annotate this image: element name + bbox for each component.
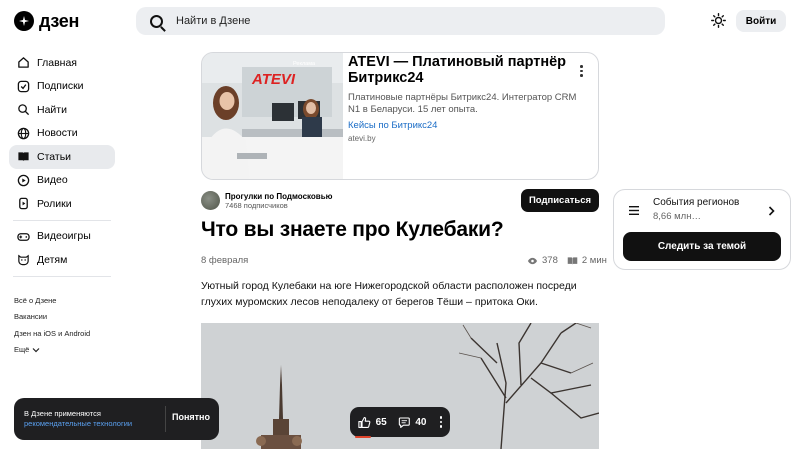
sidebar-item-games[interactable]: Видеоигры: [9, 225, 115, 249]
channel-avatar[interactable]: [201, 191, 220, 210]
ad-more-icon[interactable]: [580, 65, 583, 77]
menu-icon: [629, 206, 639, 215]
ad-link[interactable]: Кейсы по Битрикс24: [348, 120, 437, 131]
sidebar-item-label: Новости: [37, 127, 78, 140]
footer-more-label: Ещё: [14, 345, 30, 355]
book-icon: [567, 256, 578, 265]
footer-link-jobs[interactable]: Вакансии: [14, 309, 90, 326]
shorts-icon: [17, 197, 30, 210]
cookie-toast-message: В Дзене применяются: [24, 409, 101, 418]
channel-name[interactable]: Прогулки по Подмосковью: [225, 192, 332, 201]
search-icon: [150, 14, 163, 28]
sidebar-item-label: Ролики: [37, 197, 72, 210]
cookie-accept-button[interactable]: Понятно: [170, 412, 212, 422]
more-actions-icon[interactable]: [439, 416, 442, 428]
ad-domain: atevi.by: [348, 134, 376, 143]
likes-count: 65: [375, 416, 387, 428]
footer-link-more[interactable]: Ещё: [14, 342, 90, 359]
topic-title[interactable]: События регионов: [653, 197, 739, 208]
sidebar-item-articles[interactable]: Статьи: [9, 145, 115, 169]
sidebar-item-shorts[interactable]: Ролики: [9, 192, 115, 216]
sidebar-item-home[interactable]: Главная: [9, 51, 115, 75]
search-icon: [17, 103, 30, 116]
ad-image[interactable]: ATEVI Реклама: [202, 53, 343, 179]
article-date: 8 февраля: [201, 255, 249, 266]
articles-icon: [17, 150, 30, 163]
sidebar-item-label: Подписки: [37, 80, 84, 93]
follow-topic-button[interactable]: Следить за темой: [623, 232, 781, 261]
article-lead: Уютный город Кулебаки на юге Нижегородск…: [201, 280, 577, 308]
like-icon[interactable]: [358, 416, 371, 429]
article-stats: 378 2 мин: [527, 255, 607, 266]
footer-link-about[interactable]: Всё о Дзене: [14, 292, 90, 309]
chevron-down-icon: [32, 347, 40, 353]
eye-icon: [527, 257, 538, 264]
read-time: 2 мин: [581, 255, 607, 266]
sidebar-item-label: Видео: [37, 174, 68, 187]
cookie-toast-divider: [165, 406, 166, 432]
search-input[interactable]: [176, 15, 576, 27]
footer-link-apps[interactable]: Дзен на iOS и Android: [14, 325, 90, 342]
sidebar-item-label: Детям: [37, 253, 68, 266]
cookie-toast-link[interactable]: рекомендательные технологии: [24, 419, 132, 428]
logo[interactable]: дзен: [14, 10, 79, 32]
sidebar-item-subscriptions[interactable]: Подписки: [9, 75, 115, 99]
sidebar-divider: [13, 275, 111, 277]
progress-indicator: [355, 436, 371, 438]
theme-toggle-sun-icon[interactable]: [711, 13, 726, 28]
comment-icon[interactable]: [398, 416, 411, 429]
search-bar[interactable]: [136, 7, 665, 35]
comments-count: 40: [415, 416, 427, 428]
sidebar-item-search[interactable]: Найти: [9, 98, 115, 122]
subscribe-button[interactable]: Подписаться: [521, 189, 599, 212]
kids-icon: [17, 253, 30, 266]
sidebar-item-kids[interactable]: Детям: [9, 248, 115, 272]
sidebar-item-label: Найти: [37, 103, 67, 116]
ad-description: Платиновые партнёры Битрикс24. Интеграто…: [348, 92, 577, 115]
dzen-logo-icon: [14, 11, 34, 31]
home-icon: [17, 56, 30, 69]
sidebar-item-label: Видеоигры: [37, 230, 91, 243]
sidebar-item-video[interactable]: Видео: [9, 169, 115, 193]
ad-badge: Реклама: [293, 61, 316, 67]
chevron-right-icon[interactable]: [768, 206, 775, 216]
sidebar-item-label: Главная: [37, 56, 77, 69]
gamepad-icon: [17, 230, 30, 243]
login-button[interactable]: Войти: [736, 10, 786, 32]
sidebar-item-news[interactable]: Новости: [9, 122, 115, 146]
topic-count: 8,66 млн…: [653, 211, 701, 222]
ad-title[interactable]: ATEVI — Платиновый партнёр Битрикс24: [348, 54, 578, 86]
reactions-bar: 65 40: [350, 407, 450, 437]
subscriptions-icon: [17, 80, 30, 93]
article-title: Что вы знаете про Кулебаки?: [201, 218, 504, 241]
views-count: 378: [542, 255, 558, 266]
sidebar-divider: [13, 219, 111, 221]
news-icon: [17, 127, 30, 140]
video-icon: [17, 174, 30, 187]
channel-subscribers: 7468 подписчиков: [225, 201, 288, 210]
sidebar-nav: Главная Подписки Найти Новости Статьи Ви…: [9, 51, 115, 281]
ad-image-brand: ATEVI: [252, 71, 296, 88]
sidebar-footer-links: Всё о Дзене Вакансии Дзен на iOS и Andro…: [14, 292, 90, 358]
cookie-toast-text: В Дзене применяются рекомендательные тех…: [24, 409, 164, 429]
logo-text: дзен: [39, 10, 80, 31]
sidebar-item-label: Статьи: [37, 150, 72, 163]
